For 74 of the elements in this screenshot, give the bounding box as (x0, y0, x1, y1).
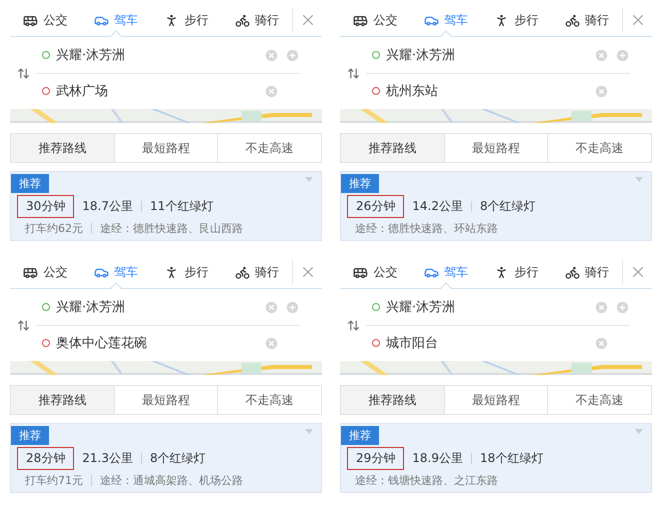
traffic-lights-count: 18个红绿灯 (480, 450, 544, 467)
route-option-tab[interactable]: 推荐路线 (11, 134, 114, 162)
clear-button[interactable] (264, 48, 279, 62)
mode-tab[interactable]: 步行 (481, 257, 552, 287)
route-distance: 21.3公里 (82, 450, 133, 467)
clear-button[interactable] (264, 336, 279, 350)
clear-button[interactable] (594, 336, 609, 350)
route-time: 30分钟 (17, 195, 74, 218)
place-field[interactable]: 兴耀·沐芳洲 (56, 298, 258, 316)
clear-button[interactable] (264, 84, 279, 98)
recommend-badge: 推荐 (11, 174, 49, 193)
bike-icon (564, 264, 580, 280)
place-field[interactable]: 兴耀·沐芳洲 (56, 46, 258, 64)
mode-tab[interactable]: 骑行 (552, 5, 622, 35)
swap-icon[interactable] (346, 66, 360, 80)
place-field[interactable]: 城市阳台 (386, 334, 588, 352)
recommend-badge: 推荐 (341, 174, 379, 193)
add-button[interactable] (615, 48, 630, 62)
chevron-icon[interactable] (305, 429, 313, 434)
route-time: 26分钟 (347, 195, 404, 218)
route-time: 29分钟 (347, 447, 404, 470)
swap-icon[interactable] (346, 318, 360, 332)
traffic-lights-count: 8个红绿灯 (150, 450, 206, 467)
mode-tab[interactable]: 公交 (340, 5, 410, 35)
taxi-fare: 打车约62元 (25, 221, 83, 236)
chevron-icon[interactable] (305, 177, 313, 182)
add-button[interactable] (285, 48, 300, 62)
mode-tab[interactable]: 步行 (151, 257, 222, 287)
route-option-tab[interactable]: 推荐路线 (11, 386, 114, 414)
route-via: 途经：德胜快速路、艮山西路 (100, 221, 243, 236)
clear-button[interactable] (264, 300, 279, 314)
route-card[interactable]: 推荐 30分钟 18.7公里 11个红绿灯 打车约62元 途经：德胜快速路、艮山西路 (10, 171, 322, 241)
mode-tab[interactable]: 骑行 (222, 257, 292, 287)
traffic-lights-count: 8个红绿灯 (480, 198, 536, 215)
mode-tab[interactable]: 公交 (10, 5, 80, 35)
route-via: 途经：德胜快速路、环站东路 (355, 221, 498, 236)
route-distance: 18.9公里 (412, 450, 463, 467)
place-field[interactable]: 兴耀·沐芳洲 (386, 298, 588, 316)
place-field[interactable]: 杭州东站 (386, 82, 588, 100)
add-button[interactable] (615, 300, 630, 314)
mode-tab[interactable]: 公交 (10, 257, 80, 287)
bike-icon (234, 12, 250, 28)
swap-icon[interactable] (16, 318, 30, 332)
traffic-lights-count: 11个红绿灯 (150, 198, 214, 215)
mode-tab[interactable]: 骑行 (222, 5, 292, 35)
recommend-badge: 推荐 (11, 426, 49, 445)
route-card[interactable]: 推荐 29分钟 18.9公里 18个红绿灯 途经：钱塘快速路、之江东路 (340, 423, 652, 493)
clear-button[interactable] (594, 48, 609, 62)
route-card[interactable]: 推荐 26分钟 14.2公里 8个红绿灯 途经：德胜快速路、环站东路 (340, 171, 652, 241)
route-time: 28分钟 (17, 447, 74, 470)
mode-tab[interactable]: 步行 (151, 5, 222, 35)
route-via: 途经：通城高架路、机场公路 (100, 473, 243, 488)
chevron-icon[interactable] (635, 429, 643, 434)
place-field[interactable]: 武林广场 (56, 82, 258, 100)
place-field[interactable]: 兴耀·沐芳洲 (386, 46, 588, 64)
recommend-badge: 推荐 (341, 426, 379, 445)
mode-tab[interactable]: 公交 (340, 257, 410, 287)
clear-button[interactable] (594, 84, 609, 98)
taxi-fare: 打车约71元 (25, 473, 83, 488)
add-button[interactable] (285, 300, 300, 314)
route-option-tab[interactable]: 推荐路线 (341, 134, 444, 162)
mode-tab[interactable]: 骑行 (552, 257, 622, 287)
clear-button[interactable] (594, 300, 609, 314)
route-via: 途经：钱塘快速路、之江东路 (355, 473, 498, 488)
route-distance: 18.7公里 (82, 198, 133, 215)
route-card[interactable]: 推荐 28分钟 21.3公里 8个红绿灯 打车约71元 途经：通城高架路、机场公路 (10, 423, 322, 493)
route-distance: 14.2公里 (412, 198, 463, 215)
route-option-tab[interactable]: 推荐路线 (341, 386, 444, 414)
place-field[interactable]: 奥体中心莲花碗 (56, 334, 258, 352)
mode-tab[interactable]: 步行 (481, 5, 552, 35)
chevron-icon[interactable] (635, 177, 643, 182)
bike-icon (234, 264, 250, 280)
bike-icon (564, 12, 580, 28)
swap-icon[interactable] (16, 66, 30, 80)
